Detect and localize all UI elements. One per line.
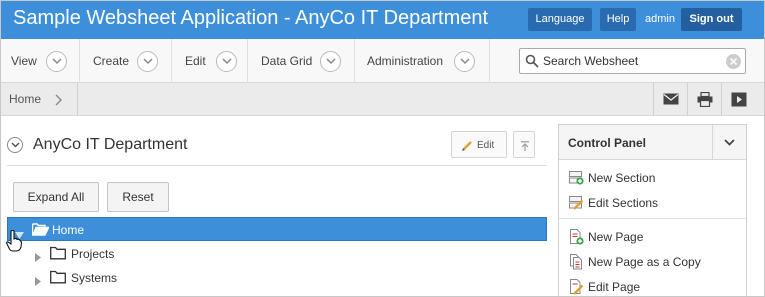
tree-node-label: Home (52, 223, 85, 237)
menu-administration[interactable]: Administration (355, 39, 490, 83)
region-edit-label: Edit (477, 140, 495, 151)
hand-cursor-icon (6, 229, 23, 257)
expand-all-button[interactable]: Expand All (13, 182, 99, 212)
app-header: Sample Websheet Application - AnyCo IT D… (1, 1, 764, 39)
username: admin (645, 13, 675, 25)
search-icon (525, 54, 539, 73)
breadcrumb-home[interactable]: Home (9, 92, 41, 106)
tree-node-projects[interactable]: Projects (7, 242, 547, 266)
search-input[interactable] (543, 49, 723, 73)
pencil-icon (462, 140, 473, 154)
new-page-icon (569, 229, 584, 250)
control-panel-header: Control Panel (559, 125, 746, 160)
folder-icon (50, 270, 66, 289)
folder-icon (50, 246, 66, 265)
control-panel-title: Control Panel (568, 136, 647, 150)
new-section-icon (569, 170, 584, 190)
language-button[interactable]: Language (528, 8, 592, 31)
collapsed-triangle-icon[interactable] (35, 249, 41, 267)
search-box (519, 48, 746, 74)
cp-item-label: New Section (588, 171, 656, 185)
region-title: AnyCo IT Department (33, 136, 188, 153)
menu-create[interactable]: Create (80, 39, 172, 83)
clear-search-icon[interactable] (726, 54, 741, 69)
region-edit-button[interactable]: Edit (451, 131, 507, 158)
menu-view-label: View (11, 54, 37, 68)
region-divider (7, 165, 547, 166)
menu-view[interactable]: View (1, 39, 80, 83)
tree-node-systems[interactable]: Systems (7, 266, 547, 290)
chevron-down-icon[interactable] (216, 51, 237, 72)
chevron-down-icon[interactable] (454, 51, 475, 72)
tree-node-label: Systems (71, 271, 118, 285)
cp-item-label: New Page as a Copy (588, 255, 701, 269)
control-panel-divider (559, 218, 746, 219)
collapsed-triangle-icon[interactable] (35, 273, 41, 291)
chevron-down-icon[interactable] (137, 51, 158, 72)
control-panel: Control Panel New Section Edit Sections … (558, 124, 747, 296)
chevron-right-icon (55, 93, 62, 111)
tree-node-home[interactable]: Home (7, 217, 547, 241)
cp-item-label: Edit Sections (588, 196, 659, 210)
chevron-down-icon[interactable] (46, 51, 67, 72)
reset-button[interactable]: Reset (107, 182, 169, 212)
go-to-top-button[interactable] (513, 131, 535, 158)
print-button[interactable] (687, 83, 721, 116)
cp-item-label: Edit Page (588, 280, 641, 294)
cp-item-label: New Page (588, 230, 644, 244)
menu-edit-label: Edit (185, 54, 206, 68)
email-button[interactable] (653, 83, 687, 116)
edit-sections-icon (569, 195, 584, 215)
app-title: Sample Websheet Application - AnyCo IT D… (13, 7, 489, 29)
breadcrumb[interactable]: Home (1, 83, 78, 116)
websheet-window: Sample Websheet Application - AnyCo IT D… (0, 0, 765, 297)
present-button[interactable] (721, 83, 755, 116)
region-collapse-icon[interactable] (7, 137, 23, 153)
open-folder-icon (31, 222, 50, 241)
menu-administration-label: Administration (367, 54, 444, 68)
breadcrumb-bar: Home (1, 83, 764, 116)
menu-create-label: Create (93, 54, 130, 68)
menu-bar: View Create Edit Data Grid Administratio… (1, 39, 764, 83)
edit-page-icon (569, 279, 584, 296)
tree-node-label: Projects (71, 247, 115, 261)
chevron-down-icon[interactable] (320, 51, 341, 72)
menu-data-grid[interactable]: Data Grid (248, 39, 355, 83)
control-panel-toggle[interactable] (712, 125, 746, 160)
menu-data-grid-label: Data Grid (261, 54, 313, 68)
copy-page-icon (569, 254, 584, 275)
menu-edit[interactable]: Edit (172, 39, 248, 83)
help-button[interactable]: Help (600, 8, 636, 31)
sign-out-button[interactable]: Sign out (681, 8, 742, 31)
